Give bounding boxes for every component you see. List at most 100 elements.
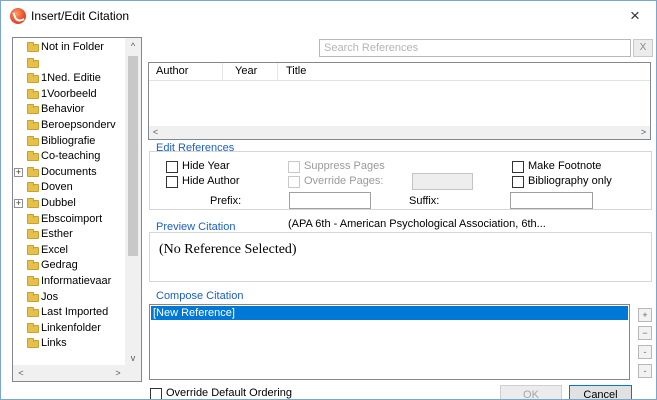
folder-tree-item[interactable]: 1Ned. Editie	[13, 71, 126, 86]
folder-tree-item[interactable]	[13, 56, 126, 71]
bibliography-only-label: Bibliography only	[528, 175, 612, 187]
folder-icon	[27, 307, 39, 318]
folder-tree-horizontal-scrollbar[interactable]: < >	[13, 365, 126, 381]
expand-plus-icon[interactable]: +	[14, 199, 23, 208]
scrollbar-corner	[125, 365, 141, 381]
folder-tree-item[interactable]: Bibliografie	[13, 134, 126, 149]
scroll-right-arrow-icon[interactable]: >	[637, 126, 650, 139]
folder-tree-item[interactable]: Last Imported	[13, 305, 126, 320]
ok-button[interactable]: OK	[500, 385, 562, 399]
folder-icon	[27, 151, 39, 162]
folder-tree[interactable]: Not in Folder 1Ned. Editie 1Voorbeeld Behav…	[12, 37, 142, 382]
folder-tree-item[interactable]: Linkenfolder	[13, 321, 126, 336]
folder-tree-item[interactable]: Excel	[13, 243, 126, 258]
reference-table-horizontal-scrollbar[interactable]: < >	[149, 126, 650, 139]
folder-tree-item[interactable]: Ebscoimport	[13, 212, 126, 227]
column-separator[interactable]	[277, 63, 278, 80]
scroll-left-arrow-icon[interactable]: <	[13, 365, 29, 381]
folder-icon	[27, 135, 39, 146]
citation-app-icon	[10, 8, 26, 24]
title-bar: Insert/Edit Citation ×	[1, 1, 656, 31]
folder-label: Excel	[41, 243, 68, 256]
folder-tree-item[interactable]: 1Voorbeeld	[13, 87, 126, 102]
override-default-ordering-label: Override Default Ordering	[166, 387, 292, 399]
folder-icon	[27, 260, 39, 271]
folder-icon	[27, 244, 39, 255]
folder-icon	[27, 291, 39, 302]
citation-style-label: (APA 6th - American Psychological Associ…	[288, 218, 546, 230]
folder-label: Dubbel	[41, 197, 76, 209]
folder-tree-scroll-thumb[interactable]	[128, 56, 138, 256]
make-footnote-label: Make Footnote	[528, 160, 602, 172]
column-header-author[interactable]: Author	[156, 65, 188, 77]
folder-tree-item[interactable]: Doven	[13, 180, 126, 195]
folder-icon	[27, 322, 39, 333]
checkbox-box[interactable]	[150, 388, 162, 399]
folder-tree-item[interactable]: + Dubbel	[13, 196, 126, 211]
folder-label: 1Voorbeeld	[41, 87, 97, 100]
move-up-button[interactable]: +	[638, 308, 652, 322]
folder-icon	[27, 88, 39, 99]
folder-tree-item[interactable]: Not in Folder	[13, 40, 126, 55]
folder-tree-item[interactable]: Gedrag	[13, 258, 126, 273]
folder-label: Beroepsonderv	[41, 119, 116, 131]
folder-tree-vertical-scrollbar[interactable]: ^ v	[125, 38, 141, 366]
reference-list-table[interactable]: Author Year Title < >	[148, 62, 651, 140]
clear-search-button[interactable]: X	[633, 39, 653, 57]
folder-label: Gedrag	[41, 259, 78, 272]
column-separator[interactable]	[222, 63, 223, 80]
scroll-down-arrow-icon[interactable]: v	[125, 350, 141, 366]
folder-icon	[27, 213, 39, 224]
cancel-button[interactable]: Cancel	[569, 385, 632, 399]
hide-year-label: Hide Year	[182, 160, 230, 172]
folder-label: Informatievaar	[41, 275, 112, 287]
prefix-label: Prefix:	[210, 195, 242, 207]
delete-button[interactable]: -	[638, 364, 652, 378]
folder-label: Doven	[41, 181, 73, 194]
remove-button[interactable]: −	[638, 326, 652, 340]
override-pages-label: Override Pages:	[304, 175, 384, 187]
checkbox-box[interactable]	[288, 161, 300, 173]
folder-tree-item[interactable]: Links	[13, 336, 126, 351]
compose-list-item-new-reference[interactable]: [New Reference]	[151, 306, 628, 320]
scroll-up-arrow-icon[interactable]: ^	[125, 38, 141, 54]
preview-citation-box: (No Reference Selected)	[149, 232, 652, 282]
folder-icon	[27, 166, 39, 177]
folder-tree-item[interactable]: + Documents	[13, 165, 126, 180]
checkbox-box[interactable]	[512, 161, 524, 173]
suffix-input[interactable]	[510, 192, 593, 209]
folder-icon	[27, 42, 39, 52]
close-button[interactable]: ×	[618, 3, 652, 29]
checkbox-box[interactable]	[512, 176, 524, 188]
column-header-title[interactable]: Title	[286, 65, 306, 77]
folder-icon	[27, 73, 39, 84]
folder-tree-item[interactable]: Informatievaar	[13, 274, 126, 289]
checkbox-box[interactable]	[166, 176, 178, 188]
prefix-input[interactable]	[289, 192, 371, 209]
folder-label: Behavior	[41, 103, 85, 116]
expand-plus-icon[interactable]: +	[14, 167, 23, 177]
folder-icon	[27, 276, 39, 286]
search-references-input[interactable]	[319, 39, 631, 57]
folder-tree-item[interactable]: Co-teaching	[13, 149, 126, 164]
scroll-right-arrow-icon[interactable]: >	[110, 365, 126, 381]
compose-citation-list[interactable]: [New Reference]	[149, 304, 630, 380]
column-header-year[interactable]: Year	[235, 65, 257, 77]
folder-label: Not in Folder	[41, 41, 104, 53]
folder-tree-items: Not in Folder 1Ned. Editie 1Voorbeeld Behav…	[13, 38, 126, 366]
folder-tree-item[interactable]: Behavior	[13, 102, 126, 117]
move-down-button[interactable]: -	[638, 345, 652, 359]
scroll-left-arrow-icon[interactable]: <	[149, 126, 162, 139]
suffix-label: Suffix:	[409, 195, 440, 207]
folder-tree-item[interactable]: Esther	[13, 227, 126, 242]
folder-tree-item[interactable]: Jos	[13, 290, 126, 305]
folder-tree-item[interactable]: Beroepsonderv	[13, 118, 126, 133]
checkbox-box[interactable]	[288, 176, 300, 188]
folder-label: Linkenfolder	[41, 321, 101, 334]
folder-icon	[27, 104, 39, 115]
override-pages-input[interactable]	[412, 173, 473, 190]
folder-label: Ebscoimport	[41, 212, 103, 225]
checkbox-box[interactable]	[166, 161, 178, 173]
window-title: Insert/Edit Citation	[31, 9, 130, 23]
folder-label: Esther	[41, 228, 73, 241]
